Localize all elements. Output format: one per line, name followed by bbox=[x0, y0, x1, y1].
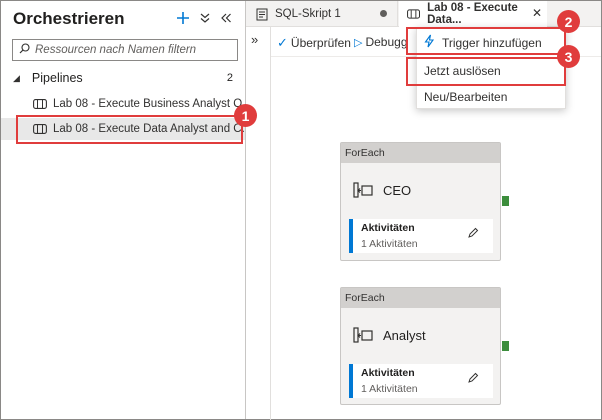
pipeline-item-label: Lab 08 - Execute Business Analyst Q... bbox=[53, 98, 245, 110]
pipelines-label: Pipelines bbox=[31, 71, 83, 85]
tab-sql-script[interactable]: SQL-Skript 1 bbox=[246, 1, 398, 27]
callout-badge-1: 1 bbox=[234, 104, 257, 127]
foreach-activity-ceo[interactable]: ForEach CEO Aktivitäten 1 Aktivitäten bbox=[340, 142, 501, 261]
activities-box[interactable]: Aktivitäten 1 Aktivitäten bbox=[349, 219, 493, 253]
success-port[interactable] bbox=[502, 341, 509, 351]
resource-search-box[interactable] bbox=[12, 39, 238, 61]
highlight-trigger-now bbox=[406, 57, 566, 86]
play-icon: ▷ bbox=[354, 36, 363, 49]
foreach-icon bbox=[353, 327, 373, 343]
debug-button[interactable]: ▷ Debugg bbox=[354, 35, 408, 49]
panel-divider[interactable] bbox=[245, 1, 246, 419]
edit-pencil-icon[interactable] bbox=[467, 227, 479, 242]
activities-box[interactable]: Aktivitäten 1 Aktivitäten bbox=[349, 364, 493, 398]
activities-count: 1 Aktivitäten bbox=[361, 383, 418, 395]
success-port[interactable] bbox=[502, 196, 509, 206]
highlight-add-trigger bbox=[406, 27, 566, 55]
activities-title: Aktivitäten bbox=[361, 222, 415, 234]
pipeline-icon bbox=[33, 99, 47, 109]
tab-label: SQL-Skript 1 bbox=[275, 8, 341, 20]
orchestrate-panel: Orchestrieren ◢ Pipelines 2 Lab 08 - Exe… bbox=[1, 1, 245, 419]
highlight-pipeline-item bbox=[16, 115, 243, 144]
pipeline-canvas[interactable]: ForEach CEO Aktivitäten 1 Aktivitäten Fo… bbox=[271, 57, 601, 419]
activity-title: Analyst bbox=[341, 308, 500, 362]
expand-panel-icon[interactable]: » bbox=[251, 32, 258, 47]
menu-item-new-edit[interactable]: Neu/Bearbeiten bbox=[417, 83, 567, 110]
close-icon[interactable]: ✕ bbox=[532, 6, 542, 20]
activities-count: 1 Aktivitäten bbox=[361, 238, 418, 250]
pipeline-item-business-analyst[interactable]: Lab 08 - Execute Business Analyst Q... bbox=[1, 93, 245, 115]
foreach-icon bbox=[353, 182, 373, 198]
tab-bar: SQL-Skript 1 Lab 08 - Execute Data... ✕ bbox=[246, 1, 601, 28]
collapse-all-icon[interactable] bbox=[198, 7, 212, 29]
activity-type: ForEach bbox=[341, 143, 500, 163]
activities-title: Aktivitäten bbox=[361, 367, 415, 379]
tab-pipeline[interactable]: Lab 08 - Execute Data... ✕ bbox=[399, 1, 547, 28]
add-icon[interactable] bbox=[175, 7, 191, 29]
unsaved-dot-icon bbox=[380, 10, 387, 17]
collapse-triangle-icon[interactable]: ◢ bbox=[13, 73, 20, 84]
search-input[interactable] bbox=[35, 44, 235, 56]
pipelines-count: 2 bbox=[226, 72, 233, 84]
activity-type: ForEach bbox=[341, 288, 500, 308]
validate-button[interactable]: ✓ Überprüfen bbox=[277, 35, 351, 51]
pipelines-group-header[interactable]: ◢ Pipelines 2 bbox=[13, 70, 233, 86]
checkmark-icon: ✓ bbox=[277, 35, 288, 50]
activity-name: CEO bbox=[383, 182, 412, 198]
pipeline-icon bbox=[407, 9, 421, 19]
activity-name: Analyst bbox=[383, 327, 426, 343]
panel-title: Orchestrieren bbox=[13, 9, 125, 28]
foreach-activity-analyst[interactable]: ForEach Analyst Aktivitäten 1 Aktivitäte… bbox=[340, 287, 501, 405]
callout-badge-2: 2 bbox=[557, 10, 580, 33]
menu-item-label: Neu/Bearbeiten bbox=[424, 89, 508, 104]
minimize-panel-icon[interactable] bbox=[218, 7, 234, 29]
debug-label: Debugg bbox=[365, 35, 408, 49]
edit-pencil-icon[interactable] bbox=[467, 372, 479, 387]
activity-title: CEO bbox=[341, 163, 500, 217]
callout-badge-3: 3 bbox=[557, 45, 580, 68]
validate-label: Überprüfen bbox=[290, 36, 351, 50]
script-icon bbox=[256, 8, 268, 20]
tab-label: Lab 08 - Execute Data... bbox=[427, 2, 518, 26]
search-icon bbox=[19, 43, 30, 57]
